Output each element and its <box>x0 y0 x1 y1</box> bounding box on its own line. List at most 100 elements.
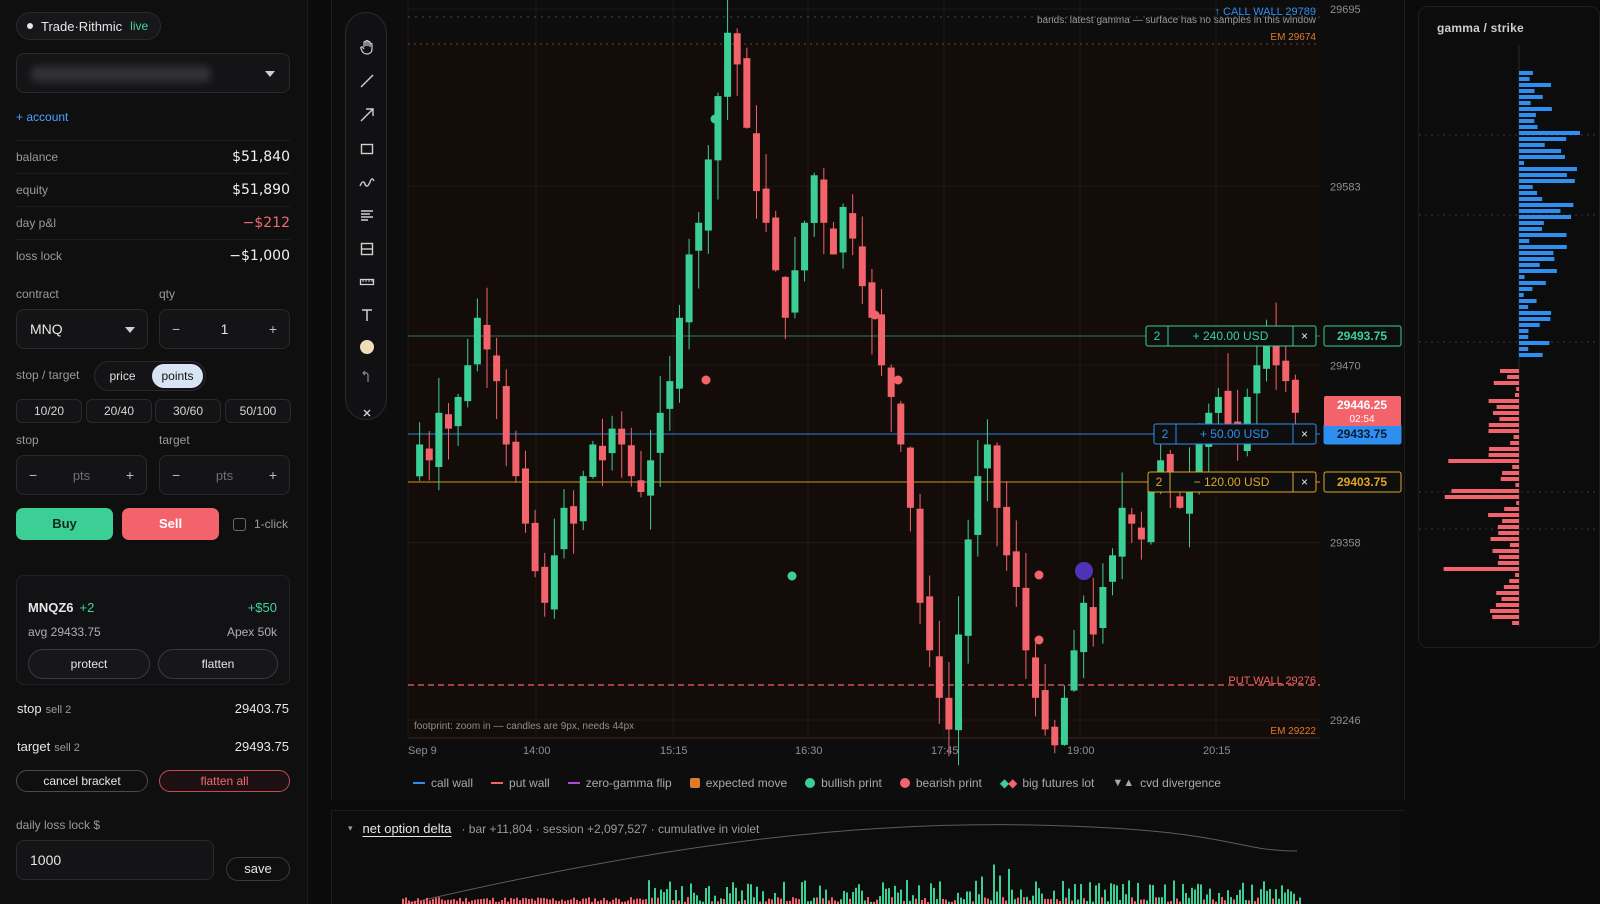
preset-button[interactable]: 10/20 <box>16 399 82 423</box>
delta-bar <box>1152 885 1154 904</box>
legend-cvd-divergence[interactable]: ▼▲ cvd divergence <box>1112 776 1221 790</box>
delta-bar <box>900 889 902 904</box>
delta-bar <box>486 898 488 904</box>
position-symbol: MNQZ6 +2 <box>28 600 94 615</box>
gamma-bar-positive <box>1519 311 1552 315</box>
candle-body <box>1089 607 1097 635</box>
account-select[interactable] <box>16 53 290 93</box>
candle-body <box>704 159 712 231</box>
gamma-bar-negative <box>1488 513 1519 517</box>
candle-body <box>781 276 789 318</box>
delta-bar <box>1140 899 1142 904</box>
color-dot-icon[interactable] <box>346 337 388 357</box>
delta-bar <box>933 887 935 904</box>
delta-bar <box>1194 889 1196 904</box>
stop-points-input[interactable]: − pts + <box>16 455 147 495</box>
ruler-icon[interactable] <box>346 272 388 292</box>
candle-body <box>801 222 809 271</box>
path-icon[interactable] <box>346 173 388 193</box>
delta-bar <box>483 898 485 904</box>
delta-bar <box>1290 891 1292 904</box>
order-price: 29403.75 <box>234 701 289 716</box>
stop-increment-button[interactable]: + <box>126 467 134 483</box>
delta-bar <box>480 899 482 904</box>
legend-bullish-print[interactable]: bullish print <box>805 776 882 790</box>
delta-bar <box>537 897 539 904</box>
line-icon[interactable] <box>346 71 388 91</box>
delta-bar <box>435 897 437 904</box>
preset-button[interactable]: 20/40 <box>86 399 152 423</box>
delta-bar <box>876 899 878 904</box>
candle-body <box>541 566 549 603</box>
candle-body <box>897 403 905 445</box>
qty-stepper[interactable]: − 1 + <box>159 309 290 349</box>
save-button[interactable]: save <box>226 857 290 881</box>
gamma-bar-negative <box>1490 537 1519 541</box>
delta-histogram <box>402 824 1301 904</box>
price-chart[interactable]: 29695 29583 29470 29358 29246 Sep 9 14:00 15:15… <box>398 0 1408 770</box>
protect-button[interactable]: protect <box>28 649 150 679</box>
flatten-button[interactable]: flatten <box>158 649 278 679</box>
one-click-checkbox[interactable] <box>233 517 246 531</box>
mode-price-option[interactable]: price <box>97 364 148 388</box>
delta-bar <box>540 898 542 904</box>
delta-bar <box>501 899 503 904</box>
target-label: target <box>159 433 190 447</box>
preset-button[interactable]: 50/100 <box>225 399 291 423</box>
delta-bar <box>594 898 596 904</box>
daily-loss-lock-input[interactable]: 1000 <box>16 840 214 880</box>
legend-bearish-print[interactable]: bearish print <box>899 776 982 790</box>
cancel-bracket-button[interactable]: cancel bracket <box>16 770 148 792</box>
delta-bar <box>1077 899 1079 904</box>
text-align-icon[interactable] <box>346 205 388 225</box>
contract-select[interactable]: MNQ <box>16 309 148 349</box>
sell-button[interactable]: Sell <box>122 508 219 540</box>
close-icon[interactable] <box>346 403 388 423</box>
arrow-icon[interactable] <box>346 105 388 125</box>
preset-button[interactable]: 30/60 <box>155 399 221 423</box>
delta-bar <box>642 899 644 904</box>
legend-big-futures-lot[interactable]: ◆◆ big futures lot <box>1000 776 1095 790</box>
order-price-label: 29403.75 <box>1337 475 1387 489</box>
delta-bar <box>846 892 848 904</box>
legend-swatch <box>491 782 504 784</box>
undo-icon[interactable] <box>346 367 388 387</box>
legend-expected-move[interactable]: expected move <box>689 776 787 790</box>
candle-body <box>1291 379 1299 413</box>
gamma-bar-positive <box>1519 263 1540 267</box>
layout-icon[interactable] <box>346 239 388 259</box>
text-icon[interactable] <box>346 305 388 325</box>
delta-bar <box>1128 880 1130 904</box>
gamma-bar-positive <box>1519 323 1540 327</box>
candle-body <box>1032 657 1040 698</box>
stop-target-mode-toggle[interactable]: price points <box>94 361 206 391</box>
qty-increment-button[interactable]: + <box>269 321 277 337</box>
candle-body <box>483 324 491 350</box>
gamma-bar-negative <box>1515 573 1519 577</box>
legend-zero-gamma-flip[interactable]: zero-gamma flip <box>567 776 672 790</box>
position-symbol-text: MNQZ6 <box>28 600 74 615</box>
rectangle-icon[interactable] <box>346 139 388 159</box>
add-account-link[interactable]: + account <box>16 110 68 124</box>
candle-body <box>724 32 732 97</box>
delta-bar <box>996 891 998 904</box>
broker-badge[interactable]: Trade·Rithmic live <box>16 12 162 40</box>
delta-bar <box>1008 868 1010 904</box>
target-increment-button[interactable]: + <box>269 467 277 483</box>
gamma-bar-negative <box>1488 399 1519 403</box>
hand-icon[interactable] <box>346 37 388 57</box>
flatten-all-button[interactable]: flatten all <box>159 770 290 792</box>
buy-button[interactable]: Buy <box>16 508 113 540</box>
candle-body <box>656 412 664 453</box>
delta-bar <box>1038 888 1040 904</box>
stat-label: balance <box>16 150 59 164</box>
legend-put-wall[interactable]: put wall <box>491 776 550 790</box>
gamma-bar-negative <box>1497 561 1519 565</box>
one-click-toggle[interactable]: 1-click <box>233 517 288 531</box>
chevron-down-icon <box>265 71 275 77</box>
delta-bar <box>1176 898 1178 904</box>
target-points-input[interactable]: − pts + <box>159 455 290 495</box>
gamma-bar-negative <box>1502 519 1519 523</box>
legend-call-wall[interactable]: call wall <box>413 776 473 790</box>
mode-points-option[interactable]: points <box>152 364 203 388</box>
